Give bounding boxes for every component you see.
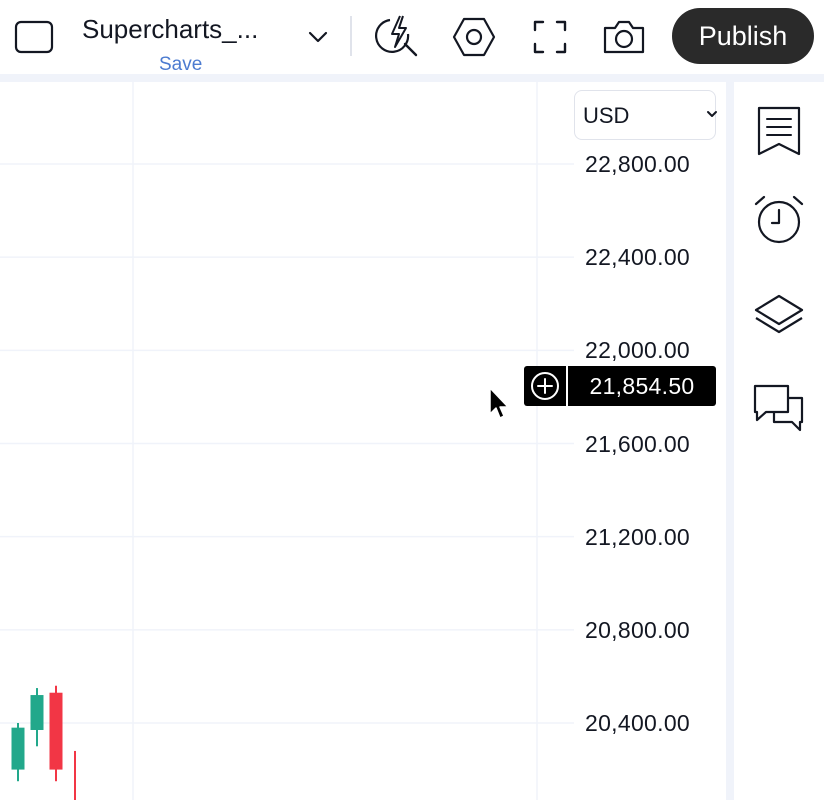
alarm-clock-icon[interactable] [752, 194, 806, 248]
top-toolbar: Supercharts_... Save Publish [0, 0, 824, 75]
price-scale-label: 20,400.00 [585, 710, 691, 736]
square-layout-icon[interactable] [14, 20, 54, 54]
crosshair-price-label: 21,854.50 [568, 366, 716, 406]
price-scale-label: 22,000.00 [585, 337, 691, 364]
plus-circle-icon[interactable] [524, 366, 566, 406]
chart-title-area[interactable]: Supercharts_... Save [82, 12, 282, 75]
save-link[interactable]: Save [159, 54, 202, 76]
price-scale-label: 22,400.00 [585, 244, 691, 271]
chevron-down-icon[interactable] [304, 24, 332, 50]
price-scale-label: 21,600.00 [585, 430, 691, 457]
candle-body [30, 695, 44, 730]
sidebar-border [726, 82, 734, 800]
candlestick [74, 750, 76, 800]
publish-button[interactable]: Publish [672, 8, 814, 64]
chart-grid [0, 82, 574, 800]
candlestick [49, 685, 63, 782]
currency-label: USD [583, 103, 630, 128]
candle-body [74, 776, 76, 789]
watchlist-icon[interactable] [752, 102, 806, 156]
candlestick-series [11, 685, 76, 800]
chat-bubbles-icon[interactable] [752, 380, 806, 434]
price-scale-label: 21,200.00 [585, 523, 691, 550]
candle-body [11, 727, 25, 770]
fullscreen-icon[interactable] [526, 14, 574, 60]
camera-icon[interactable] [600, 14, 648, 60]
toolbar-divider [350, 16, 352, 56]
currency-select[interactable]: USD [574, 90, 717, 140]
price-scale-label: 20,800.00 [585, 616, 691, 643]
hexagon-settings-icon[interactable] [450, 14, 498, 60]
candle-body [49, 692, 63, 770]
layers-icon[interactable] [752, 288, 806, 342]
toolbar-bottom-border [0, 74, 824, 82]
candlestick [30, 688, 44, 747]
candlestick [11, 723, 25, 782]
chart-pane[interactable]: USD 22,800.00 22,400.00 22,000.00 21,600.00… [0, 82, 726, 800]
lightning-search-icon[interactable] [374, 14, 422, 60]
price-scale-label: 22,800.00 [585, 151, 691, 177]
right-sidebar [734, 82, 824, 800]
chart-title[interactable]: Supercharts_... [82, 14, 258, 45]
